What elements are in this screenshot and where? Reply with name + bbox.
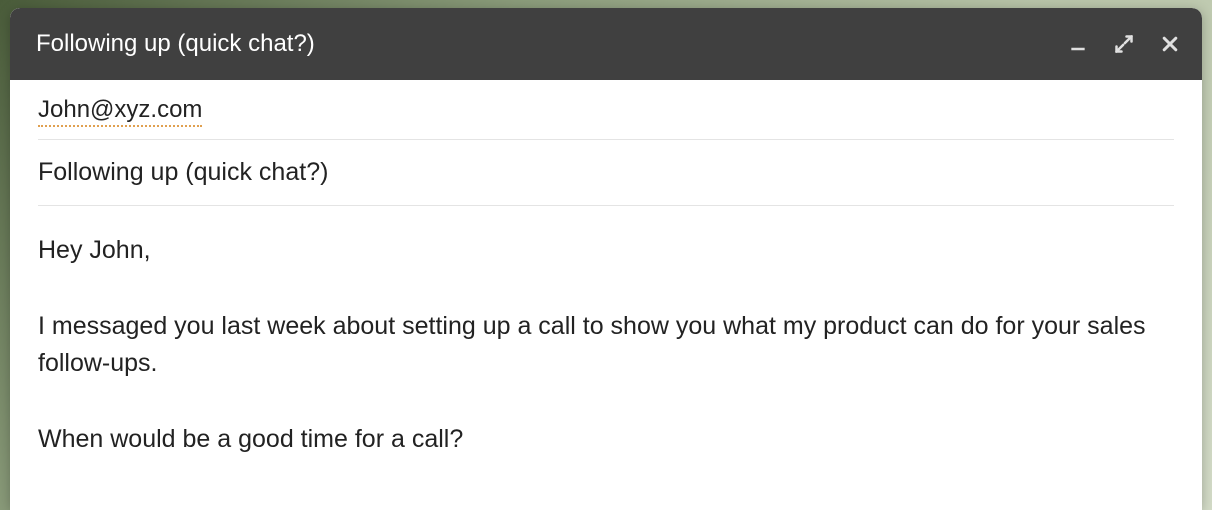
message-paragraph: I messaged you last week about setting u… [38, 308, 1174, 383]
title-actions [1068, 34, 1180, 54]
expand-icon[interactable] [1114, 34, 1134, 54]
title-bar: Following up (quick chat?) [10, 8, 1202, 80]
recipient-field[interactable]: John@xyz.com [38, 80, 1174, 140]
compose-body: John@xyz.com Following up (quick chat?) … [10, 80, 1202, 510]
window-title: Following up (quick chat?) [36, 30, 1068, 58]
message-greeting: Hey John, [38, 232, 1174, 270]
subject-field[interactable]: Following up (quick chat?) [38, 140, 1174, 206]
compose-window: Following up (quick chat?) [10, 8, 1202, 510]
message-paragraph: When would be a good time for a call? [38, 421, 1174, 459]
minimize-icon[interactable] [1068, 34, 1088, 54]
recipient-text: John@xyz.com [38, 96, 202, 127]
close-icon[interactable] [1160, 34, 1180, 54]
message-body[interactable]: Hey John, I messaged you last week about… [38, 206, 1174, 458]
